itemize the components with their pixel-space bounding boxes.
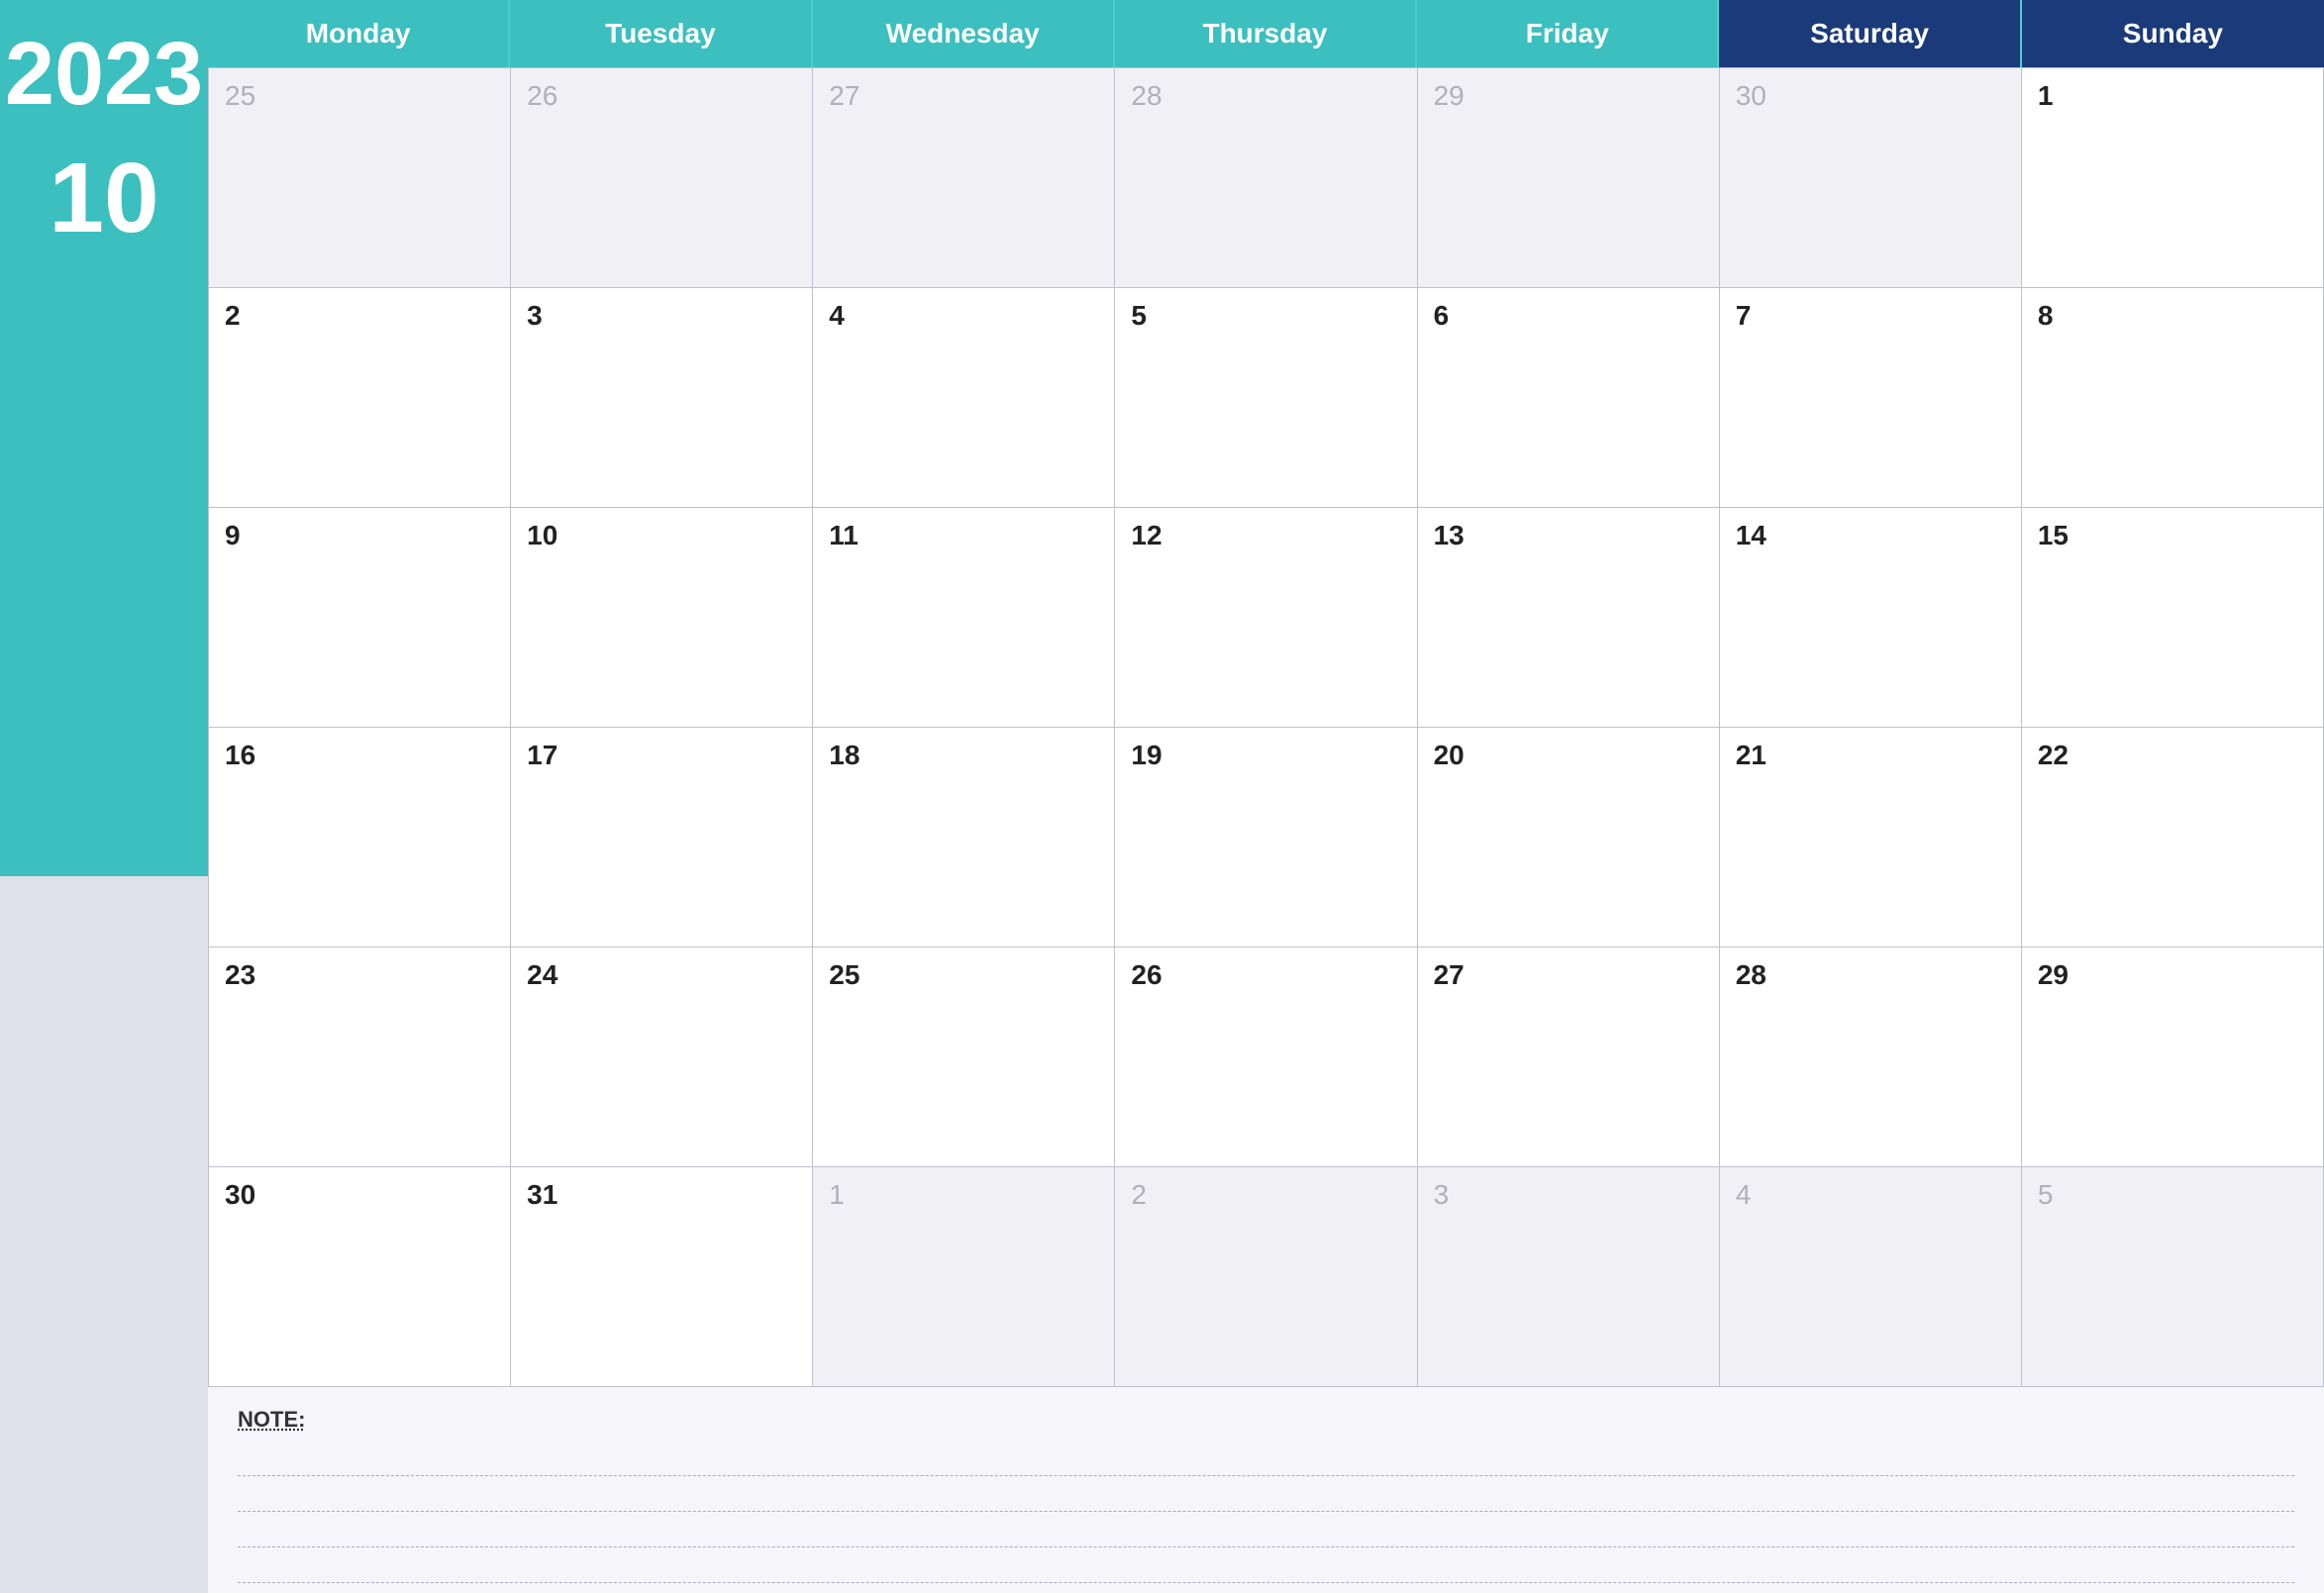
days-header: Monday Tuesday Wednesday Thursday Friday… [208,0,2324,67]
day-cell: 3 [1418,1167,1720,1387]
day-cell: 2 [209,288,511,508]
day-cell: 8 [2022,288,2324,508]
header-thursday: Thursday [1115,0,1417,67]
day-cell: 1 [2022,68,2324,288]
day-cell: 27 [1418,947,1720,1167]
day-cell: 17 [511,728,813,947]
notes-lines [238,1441,2294,1583]
day-cell: 4 [1720,1167,2022,1387]
day-cell: 15 [2022,508,2324,728]
sidebar-month-number: 10 [49,149,158,248]
calendar-wrapper: 2023 10 October Monday Tuesday Wednesday… [0,0,2324,1593]
notes-label: NOTE: [238,1407,2294,1433]
day-cell: 4 [813,288,1115,508]
notes-section: NOTE: [208,1387,2324,1593]
day-cell: 5 [1115,288,1417,508]
calendar-main: Monday Tuesday Wednesday Thursday Friday… [208,0,2324,1593]
day-cell: 23 [209,947,511,1167]
day-cell: 29 [1418,68,1720,288]
day-cell: 3 [511,288,813,508]
day-cell: 13 [1418,508,1720,728]
day-cell: 7 [1720,288,2022,508]
header-tuesday: Tuesday [510,0,812,67]
day-cell: 16 [209,728,511,947]
day-cell: 20 [1418,728,1720,947]
day-cell: 12 [1115,508,1417,728]
notes-line [238,1547,2294,1583]
notes-line [238,1476,2294,1512]
day-cell: 24 [511,947,813,1167]
day-cell: 30 [209,1167,511,1387]
sidebar-year: 2023 [5,30,203,119]
header-wednesday: Wednesday [813,0,1115,67]
day-cell: 26 [511,68,813,288]
day-cell: 26 [1115,947,1417,1167]
day-cell: 25 [209,68,511,288]
day-cell: 10 [511,508,813,728]
day-cell: 18 [813,728,1115,947]
day-cell: 1 [813,1167,1115,1387]
day-cell: 21 [1720,728,2022,947]
day-cell: 5 [2022,1167,2324,1387]
day-cell: 2 [1115,1167,1417,1387]
day-cell: 28 [1115,68,1417,288]
sidebar: 2023 10 October [0,0,208,1593]
day-cell: 29 [2022,947,2324,1167]
header-friday: Friday [1417,0,1719,67]
calendar-grid: 25 26 27 28 29 30 1 2 3 4 5 6 7 8 9 10 1… [208,67,2324,1387]
notes-line [238,1512,2294,1547]
day-cell: 11 [813,508,1115,728]
sidebar-month-name: October [1,277,206,339]
day-cell: 6 [1418,288,1720,508]
day-cell: 28 [1720,947,2022,1167]
header-saturday: Saturday [1719,0,2021,67]
notes-line [238,1441,2294,1476]
header-monday: Monday [208,0,510,67]
header-sunday: Sunday [2022,0,2324,67]
day-cell: 25 [813,947,1115,1167]
day-cell: 30 [1720,68,2022,288]
day-cell: 9 [209,508,511,728]
day-cell: 19 [1115,728,1417,947]
day-cell: 31 [511,1167,813,1387]
day-cell: 27 [813,68,1115,288]
day-cell: 14 [1720,508,2022,728]
day-cell: 22 [2022,728,2324,947]
